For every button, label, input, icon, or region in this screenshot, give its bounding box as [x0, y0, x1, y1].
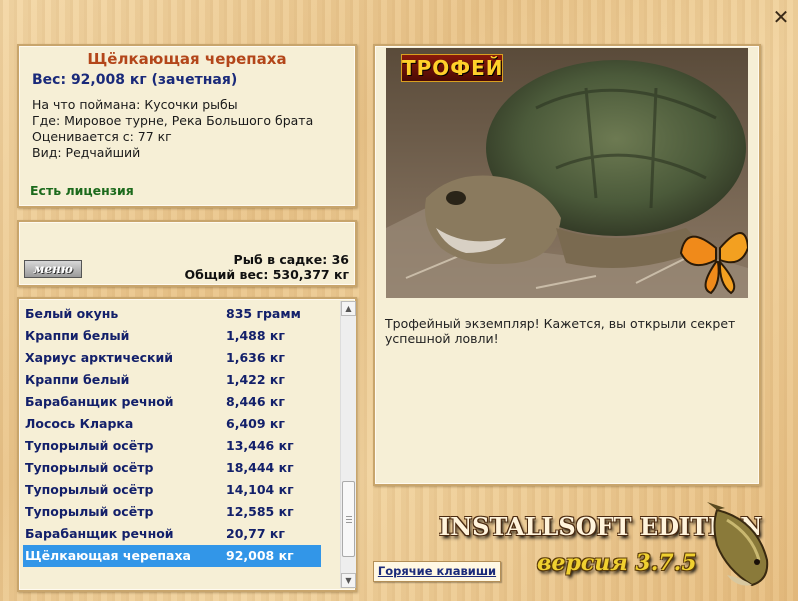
fish-name: Тупорылый осётр: [25, 504, 154, 519]
list-item[interactable]: Белый окунь 835 грамм: [23, 303, 321, 325]
fish-weight: 20,77 кг: [226, 526, 285, 541]
hotkeys-button[interactable]: Горячие клавиши: [373, 561, 501, 582]
fish-name: Хариус арктический: [25, 350, 174, 365]
list-item[interactable]: Барабанщик речной 8,446 кг: [23, 391, 321, 413]
menu-panel: меню Рыб в садке: 36 Общий вес: 530,377 …: [17, 220, 357, 287]
fish-name: Краппи белый: [25, 372, 130, 387]
fish-weight: 1,488 кг: [226, 328, 285, 343]
fish-name: Тупорылый осётр: [25, 438, 154, 453]
menu-button[interactable]: меню: [24, 260, 82, 278]
list-item[interactable]: Хариус арктический 1,636 кг: [23, 347, 321, 369]
version-label: версия 3.7.5: [537, 550, 697, 576]
fish-name: Лосось Кларка: [25, 416, 134, 431]
trophy-photo-panel: ТРОФЕЙ Трофейный экземпляр! Кажется, вы …: [373, 44, 761, 486]
fish-weight: 92,008 кг: [226, 548, 294, 563]
fish-name: Щёлкающая черепаха: [25, 548, 191, 563]
fish-weight: 8,446 кг: [226, 394, 285, 409]
grip-line: [346, 522, 352, 523]
fish-weight: 1,636 кг: [226, 350, 285, 365]
fish-weight: 1,422 кг: [226, 372, 285, 387]
trophy-badge: ТРОФЕЙ: [401, 54, 504, 82]
list-item[interactable]: Краппи белый 1,488 кг: [23, 325, 321, 347]
fish-name: Барабанщик речной: [25, 526, 174, 541]
fish-weight: Вес: 92,008 кг (зачетная): [32, 72, 238, 88]
snapping-turtle-photo: ТРОФЕЙ: [386, 48, 748, 298]
fish-name: Краппи белый: [25, 328, 130, 343]
list-item[interactable]: Барабанщик речной 20,77 кг: [23, 523, 321, 545]
list-item[interactable]: Тупорылый осётр 14,104 кг: [23, 479, 321, 501]
license-status: Есть лицензия: [30, 183, 134, 198]
list-scrollbar[interactable]: ▲ ▼: [340, 301, 356, 588]
rarity-text: Вид: Редчайший: [32, 145, 141, 160]
grip-line: [346, 516, 352, 517]
fish-name: Барабанщик речной: [25, 394, 174, 409]
fish-info-panel: Щёлкающая черепаха Вес: 92,008 кг (зачет…: [17, 44, 357, 208]
list-item[interactable]: Тупорылый осётр 13,446 кг: [23, 435, 321, 457]
scroll-down-arrow-icon[interactable]: ▼: [341, 573, 356, 588]
catch-list-panel: Белый окунь 835 грамм Краппи белый 1,488 кг…: [17, 297, 357, 592]
fish-weight: 18,444 кг: [226, 460, 294, 475]
scrollbar-thumb[interactable]: [342, 481, 355, 557]
list-item[interactable]: Лосось Кларка 6,409 кг: [23, 413, 321, 435]
turtle-image: [386, 48, 748, 298]
location-text: Где: Мировое турне, Река Большого брата: [32, 113, 314, 128]
fish-weight: 14,104 кг: [226, 482, 294, 497]
trophy-description: Трофейный экземпляр! Кажется, вы открыли…: [385, 316, 736, 346]
fish-weight: 12,585 кг: [226, 504, 294, 519]
total-weight: Общий вес: 530,377 кг: [184, 267, 350, 282]
list-item[interactable]: Краппи белый 1,422 кг: [23, 369, 321, 391]
list-item[interactable]: Тупорылый осётр 12,585 кг: [23, 501, 321, 523]
fish-name: Белый окунь: [25, 306, 119, 321]
list-item[interactable]: Тупорылый осётр 18,444 кг: [23, 457, 321, 479]
scroll-up-arrow-icon[interactable]: ▲: [341, 301, 356, 316]
grip-line: [346, 519, 352, 520]
valued-from-text: Оценивается с: 77 кг: [32, 129, 172, 144]
fish-name: Тупорылый осётр: [25, 460, 154, 475]
fish-weight: 6,409 кг: [226, 416, 285, 431]
fish-count: Рыб в садке: 36: [233, 252, 349, 267]
caught-on-text: На что поймана: Кусочки рыбы: [32, 97, 238, 112]
pike-fish-icon: [707, 502, 769, 587]
fish-weight: 835 грамм: [226, 306, 301, 321]
list-item[interactable]: Щёлкающая черепаха 92,008 кг: [23, 545, 321, 567]
fish-name: Тупорылый осётр: [25, 482, 154, 497]
fish-weight: 13,446 кг: [226, 438, 294, 453]
fish-title: Щёлкающая черепаха: [87, 50, 287, 68]
close-icon[interactable]: ✕: [771, 7, 791, 27]
